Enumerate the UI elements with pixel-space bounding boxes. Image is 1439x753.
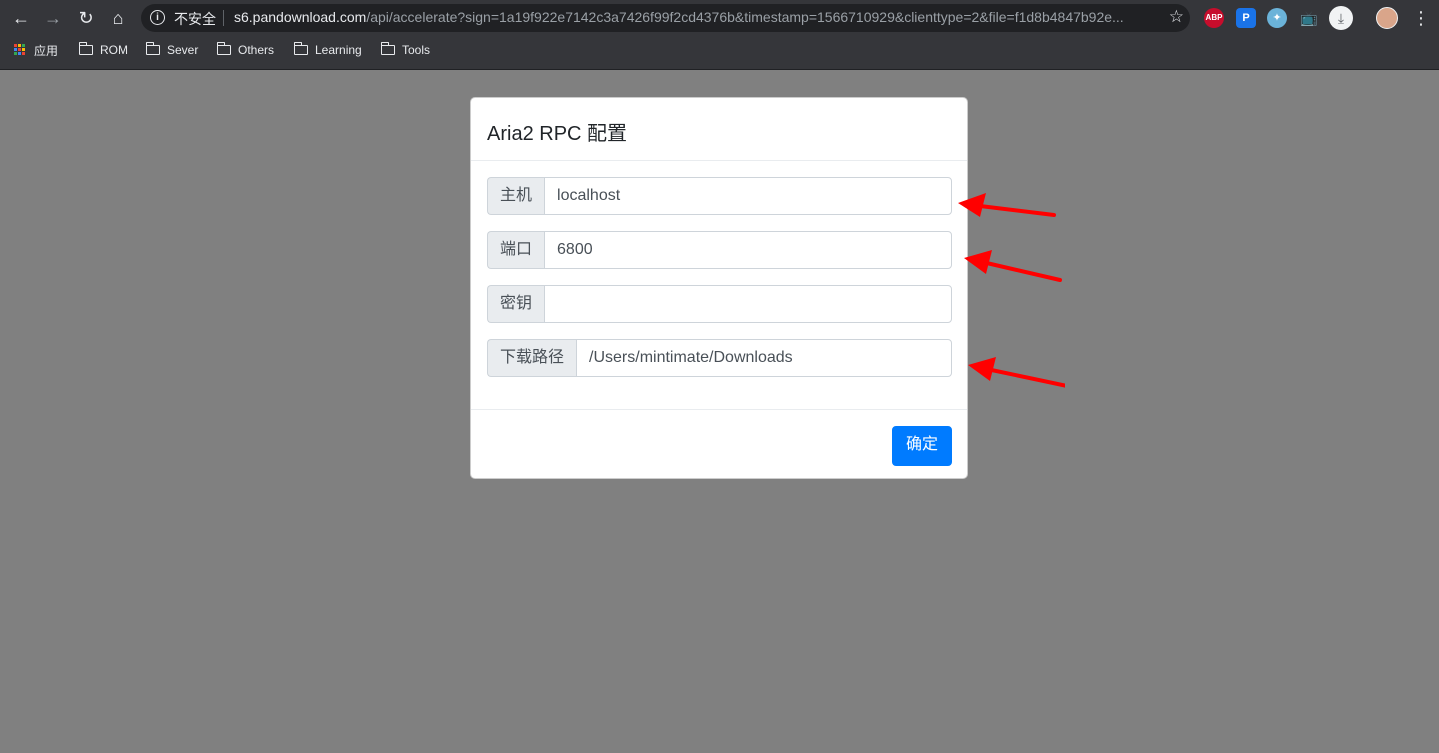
bookmark-rom[interactable]: ROM — [78, 41, 128, 59]
forward-icon[interactable]: → — [41, 6, 65, 30]
tv-extension-icon[interactable]: 📺 — [1299, 8, 1319, 28]
bookmark-label: ROM — [100, 43, 128, 57]
info-icon[interactable]: i — [150, 10, 165, 25]
back-icon[interactable]: ← — [9, 6, 33, 30]
download-path-input[interactable]: /Users/mintimate/Downloads — [576, 339, 952, 377]
bookmark-others[interactable]: Others — [216, 41, 275, 59]
host-label: 主机 — [487, 177, 545, 215]
bookmark-tools[interactable]: Tools — [380, 41, 431, 59]
arrow-to-port — [964, 250, 1062, 282]
bookmark-star-icon[interactable]: ☆ — [1169, 7, 1184, 27]
host-input[interactable]: localhost — [544, 177, 952, 215]
pan-extension-icon[interactable]: P — [1236, 8, 1256, 28]
browser-chrome: ← → ↻ ⌂ i 不安全 s6.pandownload.com/api/acc… — [0, 0, 1439, 70]
confirm-button[interactable]: 确定 — [892, 426, 952, 466]
security-label[interactable]: 不安全 — [174, 9, 216, 29]
url-host: s6.pandownload.com — [234, 9, 367, 25]
url-text[interactable]: s6.pandownload.com/api/accelerate?sign=1… — [234, 9, 1144, 25]
download-path-label: 下载路径 — [487, 339, 577, 377]
port-label: 端口 — [487, 231, 545, 269]
folder-icon — [78, 42, 93, 55]
url-path: /api/accelerate?sign=1a19f922e7142c3a742… — [366, 9, 1124, 25]
bookmarks-bar: 应用 ROM Sever Others Learning Tools — [0, 36, 1439, 64]
secret-field-group: 密钥 — [487, 285, 952, 323]
modal-body: 主机 localhost 端口 6800 密钥 下载路径 /Users/mint… — [471, 161, 967, 410]
folder-icon — [293, 42, 308, 55]
bookmark-sever[interactable]: Sever — [145, 41, 199, 59]
secret-label: 密钥 — [487, 285, 545, 323]
arrow-to-host — [958, 193, 1056, 217]
folder-icon — [145, 42, 160, 55]
port-field-group: 端口 6800 — [487, 231, 952, 269]
bookmark-label: Learning — [315, 43, 362, 57]
host-field-group: 主机 localhost — [487, 177, 952, 215]
annotation-arrows — [958, 193, 1065, 388]
bookmark-label: Sever — [167, 43, 199, 57]
download-path-field-group: 下载路径 /Users/mintimate/Downloads — [487, 339, 952, 377]
arrow-to-download-path — [968, 357, 1065, 388]
profile-avatar[interactable] — [1376, 7, 1398, 29]
bookmark-label: Tools — [402, 43, 431, 57]
folder-icon — [216, 42, 231, 55]
secret-input[interactable] — [544, 285, 952, 323]
divider — [223, 10, 224, 26]
more-menu-icon[interactable]: ⋮ — [1412, 6, 1430, 30]
modal-title: Aria2 RPC 配置 — [487, 123, 628, 145]
bookmark-learning[interactable]: Learning — [293, 41, 362, 59]
bird-extension-icon[interactable]: ✦ — [1267, 8, 1287, 28]
home-icon[interactable]: ⌂ — [106, 6, 130, 30]
bookmark-apps[interactable]: 应用 — [14, 41, 58, 59]
folder-icon — [380, 42, 395, 55]
reload-icon[interactable]: ↻ — [74, 6, 98, 30]
adblock-plus-icon[interactable]: ABP — [1204, 8, 1224, 28]
modal-header: Aria2 RPC 配置 — [471, 98, 967, 161]
address-bar[interactable]: i 不安全 s6.pandownload.com/api/accelerate?… — [141, 4, 1190, 32]
bookmark-label: Others — [238, 43, 275, 57]
download-icon[interactable]: ⤓ — [1329, 6, 1353, 30]
modal-footer: 确定 — [471, 410, 967, 480]
aria2-rpc-config-dialog: Aria2 RPC 配置 主机 localhost 端口 6800 密钥 下载路… — [470, 97, 968, 479]
apps-icon — [14, 44, 26, 56]
bookmark-label: 应用 — [34, 43, 59, 58]
browser-toolbar: ← → ↻ ⌂ i 不安全 s6.pandownload.com/api/acc… — [0, 0, 1439, 36]
port-input[interactable]: 6800 — [544, 231, 952, 269]
